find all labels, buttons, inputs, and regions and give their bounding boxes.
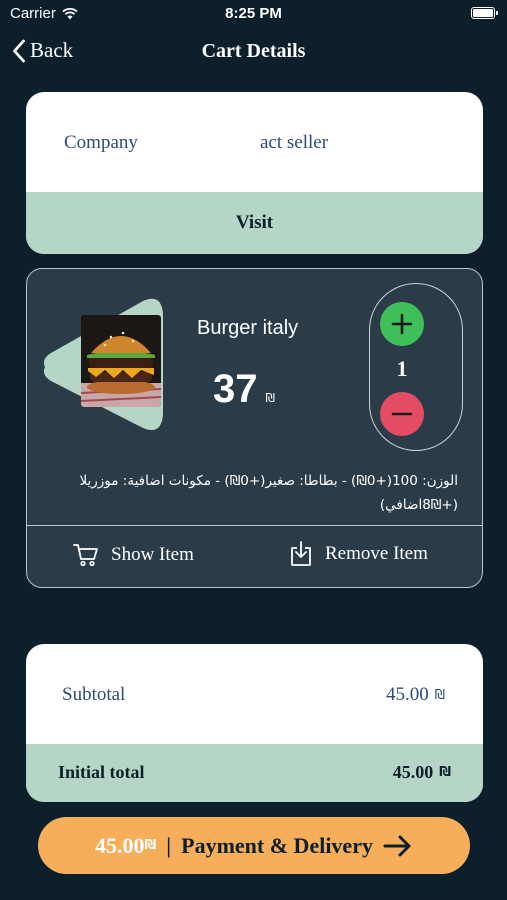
burger-image bbox=[81, 315, 161, 407]
arrow-right-icon bbox=[383, 835, 411, 856]
initial-total-bar: Initial total 45.00 ₪ bbox=[26, 744, 483, 802]
visit-label: Visit bbox=[235, 212, 274, 233]
initial-total-amount: 45.00 bbox=[392, 762, 434, 782]
quantity-increase-button[interactable] bbox=[380, 302, 424, 346]
item-price: 37 ₪ bbox=[213, 367, 275, 411]
currency-symbol: ₪ bbox=[439, 765, 451, 780]
item-name: Burger italy bbox=[197, 317, 299, 339]
payment-amount-value: 45.00 bbox=[95, 832, 145, 858]
cart-item-card: Burger italy 37 ₪ 1 الوزن: 100(+0₪) - بط… bbox=[26, 268, 483, 588]
item-options-line: الوزن: 100(+0₪) - بطاطا: صغير(+0₪) - مكو… bbox=[79, 473, 458, 489]
subtotal-amount: 45.00 bbox=[386, 684, 429, 705]
item-options-line: (+8₪اضافي) bbox=[379, 497, 458, 513]
nav-bar: Back Cart Details bbox=[0, 36, 507, 72]
currency-symbol: ₪ bbox=[144, 838, 157, 853]
company-card: Company act seller Visit bbox=[26, 92, 483, 254]
quantity-value: 1 bbox=[396, 356, 408, 381]
divider bbox=[27, 525, 482, 526]
currency-symbol: ₪ bbox=[434, 687, 445, 703]
currency-symbol: ₪ bbox=[265, 391, 275, 405]
minus-icon bbox=[391, 412, 413, 416]
payment-delivery-button[interactable]: 45.00 ₪ | Payment & Delivery bbox=[38, 817, 470, 874]
item-options: الوزن: 100(+0₪) - بطاطا: صغير(+0₪) - مكو… bbox=[51, 469, 458, 517]
quantity-decrease-button[interactable] bbox=[380, 392, 424, 436]
status-time: 8:25 PM bbox=[225, 5, 282, 22]
totals-card: Subtotal 45.00 ₪ Initial total 45.00 ₪ bbox=[26, 644, 483, 802]
item-price-value: 37 bbox=[213, 367, 258, 411]
show-item-button[interactable]: Show Item bbox=[73, 543, 194, 567]
initial-total-label: Initial total bbox=[58, 762, 145, 782]
visit-button[interactable]: Visit bbox=[26, 192, 483, 254]
cart-icon bbox=[73, 544, 98, 567]
payment-label: Payment & Delivery bbox=[181, 832, 373, 858]
quantity-stepper: 1 bbox=[369, 283, 463, 451]
initial-total-value: 45.00 ₪ bbox=[393, 762, 451, 783]
payment-separator: | bbox=[166, 832, 172, 858]
battery-icon bbox=[471, 7, 498, 19]
remove-item-button[interactable]: Remove Item bbox=[289, 541, 428, 567]
status-bar: Carrier 8:25 PM bbox=[0, 0, 507, 28]
page-title: Cart Details bbox=[201, 40, 306, 62]
item-actions: Show Item Remove Item bbox=[27, 527, 482, 587]
company-label: Company bbox=[64, 132, 138, 153]
remove-item-label: Remove Item bbox=[325, 543, 428, 564]
payment-amount: 45.00 ₪ bbox=[95, 833, 156, 859]
show-item-label: Show Item bbox=[111, 544, 194, 565]
subtotal-value: 45.00 ₪ bbox=[386, 684, 445, 706]
download-tray-icon bbox=[291, 541, 311, 566]
plus-icon bbox=[391, 313, 413, 335]
company-value: act seller bbox=[260, 132, 329, 153]
subtotal-label: Subtotal bbox=[62, 684, 126, 705]
